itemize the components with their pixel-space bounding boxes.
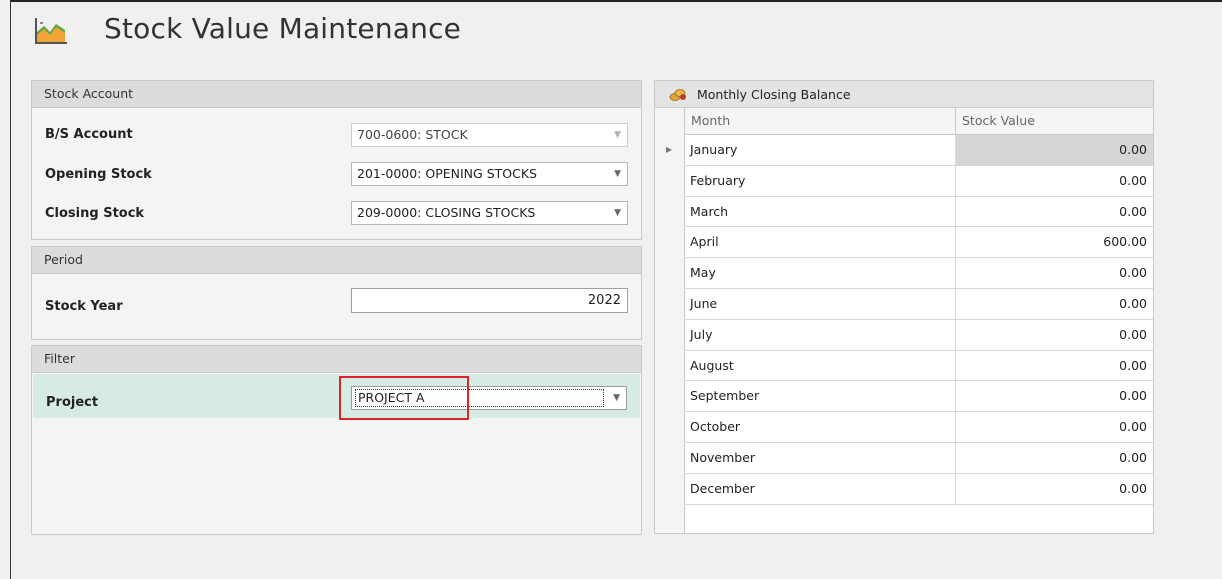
stock-value-cell[interactable]: 600.00: [956, 227, 1153, 257]
closing-stock-value: 209-0000: CLOSING STOCKS: [357, 205, 536, 220]
stock-chart-icon: [34, 16, 68, 46]
stock-value-cell[interactable]: 0.00: [956, 258, 1153, 288]
table-row[interactable]: October 0.00: [684, 412, 1153, 443]
table-row[interactable]: January 0.00: [684, 135, 1153, 166]
coins-icon: [669, 86, 687, 102]
stock-value-cell[interactable]: 0.00: [956, 320, 1153, 350]
grid-rows: January 0.00 February 0.00 March 0.00 Ap…: [684, 135, 1153, 505]
chevron-down-icon[interactable]: ▼: [614, 163, 621, 185]
month-cell[interactable]: April: [684, 227, 956, 258]
period-header: Period: [32, 247, 641, 274]
stock-year-input[interactable]: 2022: [351, 288, 628, 313]
table-row[interactable]: April 600.00: [684, 227, 1153, 259]
grid-column-headers: Month Stock Value: [655, 108, 1153, 135]
table-row[interactable]: November 0.00: [684, 442, 1153, 474]
month-cell[interactable]: May: [684, 258, 956, 288]
project-row: Project PROJECT A ▼: [33, 374, 640, 418]
opening-stock-label: Opening Stock: [45, 167, 152, 182]
stock-value-cell[interactable]: 0.00: [956, 381, 1153, 411]
highlight-box: [339, 376, 469, 420]
stock-value-cell[interactable]: 0.00: [956, 166, 1153, 196]
page-title: Stock Value Maintenance: [104, 12, 462, 45]
row-indicator-column: [655, 108, 685, 533]
filter-panel: Filter Project PROJECT A ▼: [31, 345, 642, 535]
monthly-closing-balance-grid: Monthly Closing Balance Month Stock Valu…: [654, 80, 1154, 534]
bs-account-combo[interactable]: 700-0600: STOCK ▼: [351, 123, 628, 147]
chevron-down-icon: ▼: [614, 130, 621, 140]
window-left-border: [10, 0, 11, 579]
month-cell[interactable]: June: [684, 288, 956, 319]
stock-account-header: Stock Account: [32, 81, 641, 108]
month-cell[interactable]: November: [684, 442, 956, 473]
table-row[interactable]: May 0.00: [684, 258, 1153, 289]
opening-stock-combo[interactable]: 201-0000: OPENING STOCKS ▼: [351, 162, 628, 186]
period-panel: Period Stock Year 2022: [31, 246, 642, 340]
month-cell[interactable]: August: [684, 350, 956, 381]
month-cell[interactable]: October: [684, 412, 956, 442]
table-row[interactable]: March 0.00: [684, 196, 1153, 228]
bs-account-label: B/S Account: [45, 127, 133, 142]
stock-value-cell[interactable]: 0.00: [956, 289, 1153, 319]
month-cell[interactable]: March: [684, 196, 956, 227]
table-row[interactable]: June 0.00: [684, 288, 1153, 320]
month-cell[interactable]: September: [684, 381, 956, 412]
filter-header: Filter: [32, 346, 641, 373]
chevron-down-icon[interactable]: ▼: [613, 387, 620, 409]
stock-value-cell[interactable]: 0.00: [956, 351, 1153, 381]
month-cell[interactable]: December: [684, 473, 956, 504]
stock-value-cell[interactable]: 0.00: [956, 135, 1153, 165]
closing-stock-combo[interactable]: 209-0000: CLOSING STOCKS ▼: [351, 201, 628, 225]
month-cell[interactable]: January: [684, 135, 956, 165]
table-row[interactable]: July 0.00: [684, 319, 1153, 351]
window-top-border: [10, 0, 1222, 2]
table-row[interactable]: September 0.00: [684, 381, 1153, 413]
stock-value-cell[interactable]: 0.00: [956, 443, 1153, 473]
stock-year-label: Stock Year: [45, 299, 123, 314]
grid-header: Monthly Closing Balance: [655, 81, 1153, 108]
column-header-month[interactable]: Month: [684, 108, 956, 134]
grid-title: Monthly Closing Balance: [697, 87, 851, 102]
chevron-down-icon[interactable]: ▼: [614, 202, 621, 224]
table-row[interactable]: August 0.00: [684, 350, 1153, 382]
table-row[interactable]: February 0.00: [684, 165, 1153, 197]
table-row[interactable]: December 0.00: [684, 473, 1153, 505]
column-header-stock-value[interactable]: Stock Value: [956, 108, 1153, 134]
bs-account-value: 700-0600: STOCK: [357, 127, 468, 142]
closing-stock-label: Closing Stock: [45, 206, 145, 221]
stock-account-panel: Stock Account B/S Account 700-0600: STOC…: [31, 80, 642, 240]
stock-value-cell[interactable]: 0.00: [956, 412, 1153, 442]
month-cell[interactable]: February: [684, 165, 956, 196]
stock-value-cell[interactable]: 0.00: [956, 197, 1153, 227]
opening-stock-value: 201-0000: OPENING STOCKS: [357, 166, 537, 181]
project-label: Project: [46, 395, 99, 410]
month-cell[interactable]: July: [684, 319, 956, 350]
row-pointer-icon: ▶: [666, 145, 673, 154]
stock-value-cell[interactable]: 0.00: [956, 474, 1153, 504]
